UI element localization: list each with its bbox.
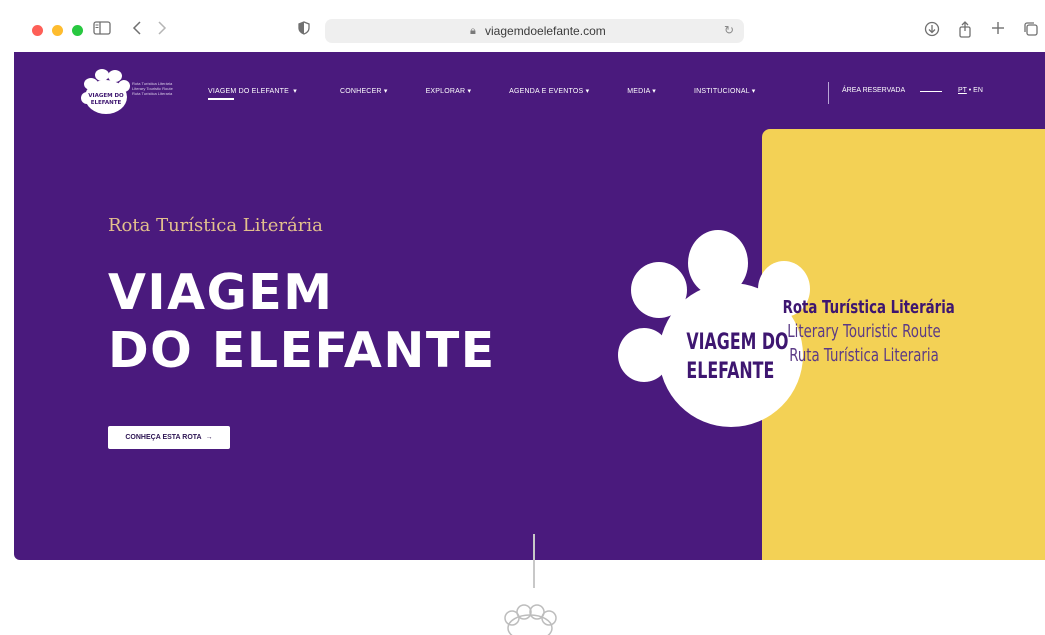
reload-icon[interactable]: ↻ (724, 23, 734, 37)
zoom-window-button[interactable] (72, 25, 83, 36)
hero-title-line2: DO ELEFANTE (108, 322, 496, 379)
paw-logo-text: VIAGEM DO ELEFANTE (686, 328, 789, 386)
language-switcher: PT • EN (958, 87, 983, 94)
tabs-icon[interactable] (1023, 21, 1039, 41)
tagline-en: Literary Touristic Route (787, 321, 941, 342)
paw-icon (504, 604, 557, 635)
web-page: VIAGEM DO ELEFANTE Rota Turística Literá… (14, 52, 1045, 635)
hero-section: VIAGEM DO ELEFANTE Rota Turística Literá… (14, 52, 1045, 560)
address-bar[interactable]: 🔒︎ viagemdoelefante.com ↻ (325, 19, 744, 43)
site-logo[interactable]: VIAGEM DO ELEFANTE (80, 66, 132, 118)
cta-label: CONHEÇA ESTA ROTA (125, 434, 202, 441)
main-nav: VIAGEM DO ELEFANTE ▾ CONHECER ▾ EXPLORAR… (208, 87, 755, 100)
url-text: viagemdoelefante.com (485, 24, 606, 38)
sidebar-icon[interactable] (93, 21, 111, 39)
logo-text-line2: ELEFANTE (91, 100, 122, 106)
nav-item-conhecer[interactable]: CONHECER ▾ (340, 87, 388, 95)
hero-title: VIAGEM DO ELEFANTE (108, 264, 496, 380)
nav-divider (828, 82, 829, 104)
logo-subtext-es: Ruta Turística Literaria (132, 91, 173, 96)
minimize-window-button[interactable] (52, 25, 63, 36)
lang-en-link[interactable]: EN (973, 87, 983, 94)
share-icon[interactable] (958, 21, 972, 42)
shield-icon[interactable] (298, 21, 310, 39)
lang-pt-link[interactable]: PT (958, 87, 967, 94)
nav-item-institucional[interactable]: INSTITUCIONAL ▾ (694, 87, 755, 95)
lock-icon: 🔒︎ (470, 24, 476, 37)
download-icon[interactable] (924, 21, 940, 41)
forward-icon[interactable] (157, 21, 167, 39)
route-tagline: Rota Turística Literária Literary Touris… (782, 296, 955, 368)
nav-item-viagem-do-elefante[interactable]: VIAGEM DO ELEFANTE ▾ (208, 87, 297, 100)
window-controls (32, 25, 83, 36)
nav-item-media[interactable]: MEDIA ▾ (627, 87, 656, 95)
area-reservada-link[interactable]: ÁREA RESERVADA (842, 87, 905, 94)
conheca-esta-rota-button[interactable]: CONHEÇA ESTA ROTA → (108, 426, 230, 449)
arrow-right-icon: → (205, 434, 213, 441)
nav-dash (920, 91, 942, 92)
tagline-pt: Rota Turística Literária (782, 297, 955, 318)
hero-subtitle: Rota Turística Literária (108, 215, 323, 236)
scroll-indicator (533, 534, 535, 588)
tagline-es: Ruta Turística Literaria (789, 345, 939, 366)
paw-text-line1: VIAGEM DO (686, 330, 789, 355)
close-window-button[interactable] (32, 25, 43, 36)
browser-toolbar: 🔒︎ viagemdoelefante.com ↻ (0, 0, 1045, 52)
hero-title-line1: VIAGEM (108, 264, 334, 321)
logo-subtext: Rota Turística Literária Literary Touris… (132, 81, 182, 96)
back-icon[interactable] (132, 21, 142, 39)
new-tab-icon[interactable] (991, 21, 1005, 39)
paw-text-line2: ELEFANTE (686, 359, 775, 384)
nav-item-agenda-e-eventos[interactable]: AGENDA E EVENTOS ▾ (509, 87, 589, 95)
nav-item-explorar[interactable]: EXPLORAR ▾ (426, 87, 472, 95)
logo-text-line1: VIAGEM DO (88, 93, 124, 99)
